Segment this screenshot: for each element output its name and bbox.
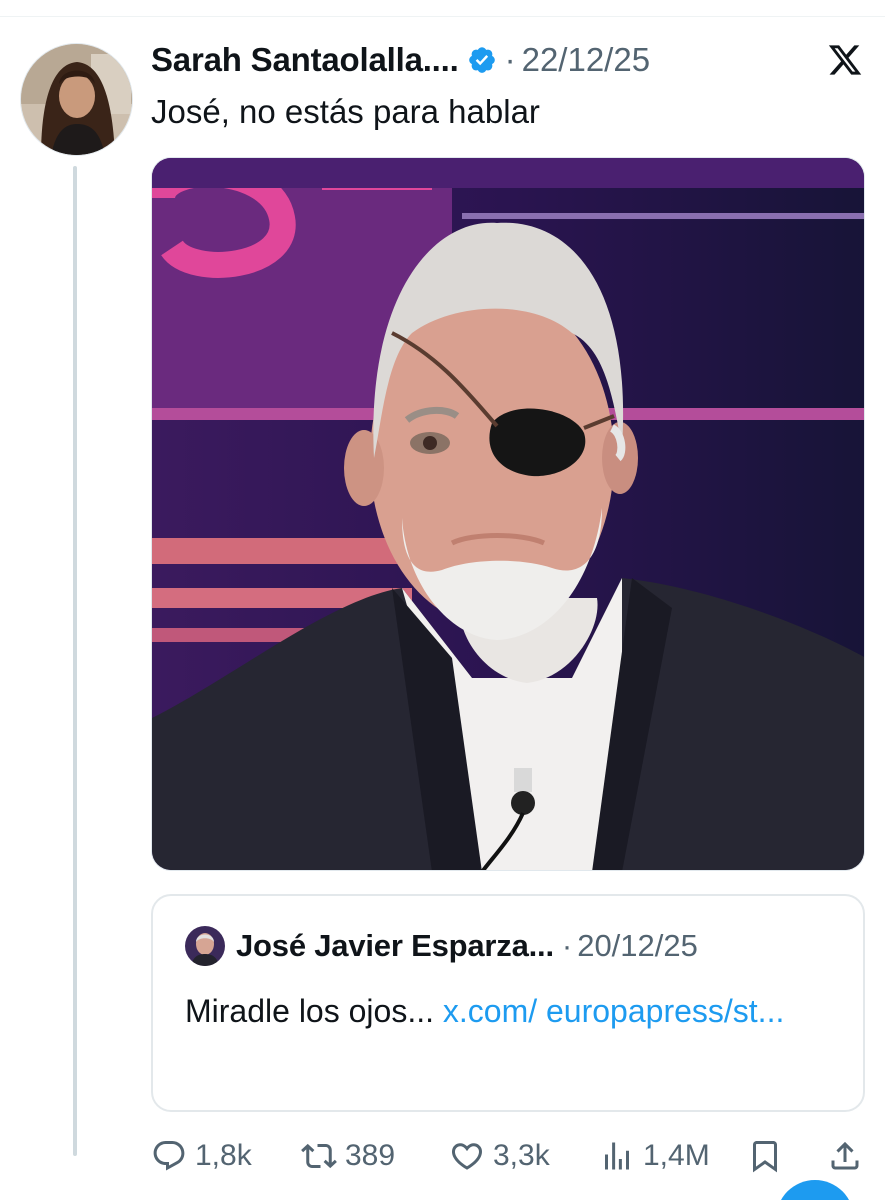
- views-button[interactable]: 1,4M: [599, 1132, 710, 1180]
- quoted-tweet-body: Miradle los ojos...: [185, 993, 434, 1029]
- repost-button[interactable]: 389: [301, 1132, 395, 1180]
- heart-icon: [451, 1143, 483, 1170]
- header-separator: ·: [504, 41, 516, 78]
- repost-icon: [301, 1143, 337, 1169]
- quoted-tweet-date[interactable]: 20/12/25: [577, 928, 698, 964]
- quoted-tweet-link[interactable]: x.com/ europapress/st...: [443, 993, 784, 1029]
- tweet-header: Sarah Santaolalla.... · 22/12/25: [151, 36, 650, 84]
- quoted-avatar-image: [185, 926, 225, 966]
- reply-button[interactable]: 1,8k: [151, 1132, 252, 1180]
- quoted-author-avatar[interactable]: [185, 926, 225, 966]
- quoted-tweet-header: José Javier Esparza... · 20/12/25: [236, 923, 698, 969]
- reply-icon: [153, 1141, 185, 1171]
- tweet-actions-bar: 1,8k 389 3,3k 1,4M: [151, 1132, 865, 1180]
- like-count: 3,3k: [493, 1139, 550, 1172]
- views-chart-icon: [605, 1142, 629, 1170]
- author-avatar[interactable]: [20, 43, 133, 156]
- quoted-author-name[interactable]: José Javier Esparza...: [236, 928, 554, 964]
- share-icon: [831, 1141, 859, 1170]
- photo-image: [152, 158, 864, 870]
- tweet-date[interactable]: 22/12/25: [522, 41, 650, 79]
- quoted-tweet-text: Miradle los ojos... x.com/ europapress/s…: [185, 986, 825, 1036]
- like-button[interactable]: 3,3k: [449, 1132, 550, 1180]
- tweet-media-image[interactable]: [151, 157, 865, 871]
- views-count: 1,4M: [643, 1139, 710, 1172]
- reply-count: 1,8k: [195, 1139, 252, 1172]
- top-divider: [0, 16, 885, 17]
- share-button[interactable]: [827, 1132, 863, 1180]
- author-avatar-image: [21, 44, 132, 155]
- bookmark-button[interactable]: [747, 1132, 783, 1180]
- author-name[interactable]: Sarah Santaolalla....: [151, 41, 459, 79]
- verified-badge-icon: [468, 47, 495, 73]
- tweet-text: José, no estás para hablar: [151, 93, 540, 130]
- x-logo-icon: [828, 45, 862, 75]
- quoted-header-separator: ·: [561, 928, 573, 963]
- repost-count: 389: [345, 1139, 396, 1172]
- compose-fab-button[interactable]: [776, 1180, 854, 1200]
- quoted-tweet-card[interactable]: José Javier Esparza... · 20/12/25 Miradl…: [151, 894, 865, 1112]
- bookmark-icon: [753, 1141, 777, 1173]
- thread-line: [73, 166, 77, 1156]
